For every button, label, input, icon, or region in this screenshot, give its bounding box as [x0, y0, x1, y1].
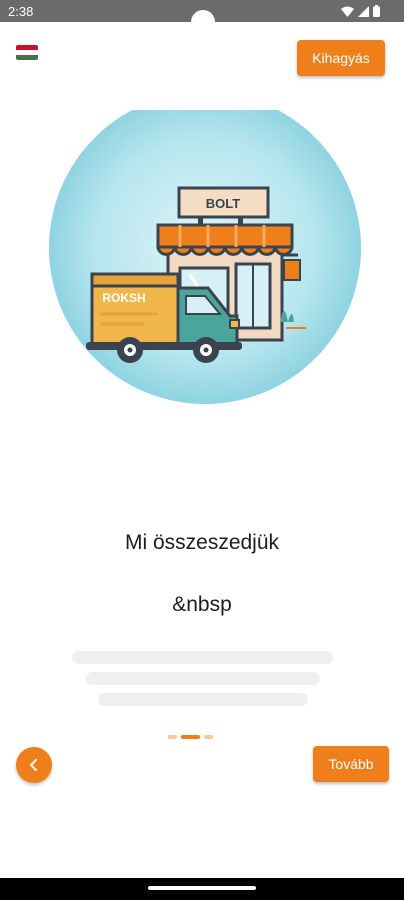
- back-button[interactable]: [16, 747, 52, 783]
- chevron-left-icon: [30, 759, 37, 771]
- truck-label-text: ROKSH: [102, 291, 145, 305]
- onboarding-title: Mi összeszedjük: [124, 531, 280, 554]
- onboarding-screen: 2:38 Kihagyás BOLT ROKSH Mi összeszedjük…: [0, 0, 404, 900]
- page-dot-active: [181, 735, 200, 739]
- status-time: 2:38: [8, 4, 34, 19]
- description-placeholder-line: [86, 672, 320, 685]
- signal-icon: [358, 5, 369, 17]
- camera-notch: [191, 10, 215, 34]
- onboarding-subtitle: &nbsp: [172, 593, 232, 616]
- description-placeholder-line: [98, 693, 308, 706]
- page-dot: [168, 735, 177, 739]
- description-placeholder-line: [72, 651, 333, 664]
- navigation-bar: [0, 878, 404, 900]
- battery-icon: [373, 5, 380, 17]
- status-bar: 2:38: [0, 0, 404, 34]
- hungary-flag-icon[interactable]: [16, 45, 38, 60]
- store-sign-text: BOLT: [206, 196, 240, 211]
- status-icons: [341, 5, 380, 17]
- wifi-icon: [341, 6, 354, 17]
- page-indicator: [168, 735, 213, 739]
- next-button[interactable]: Tovább: [313, 746, 389, 782]
- onboarding-illustration: BOLT ROKSH: [40, 110, 370, 450]
- page-dot: [204, 735, 213, 739]
- skip-button[interactable]: Kihagyás: [297, 40, 385, 76]
- home-indicator[interactable]: [148, 886, 256, 890]
